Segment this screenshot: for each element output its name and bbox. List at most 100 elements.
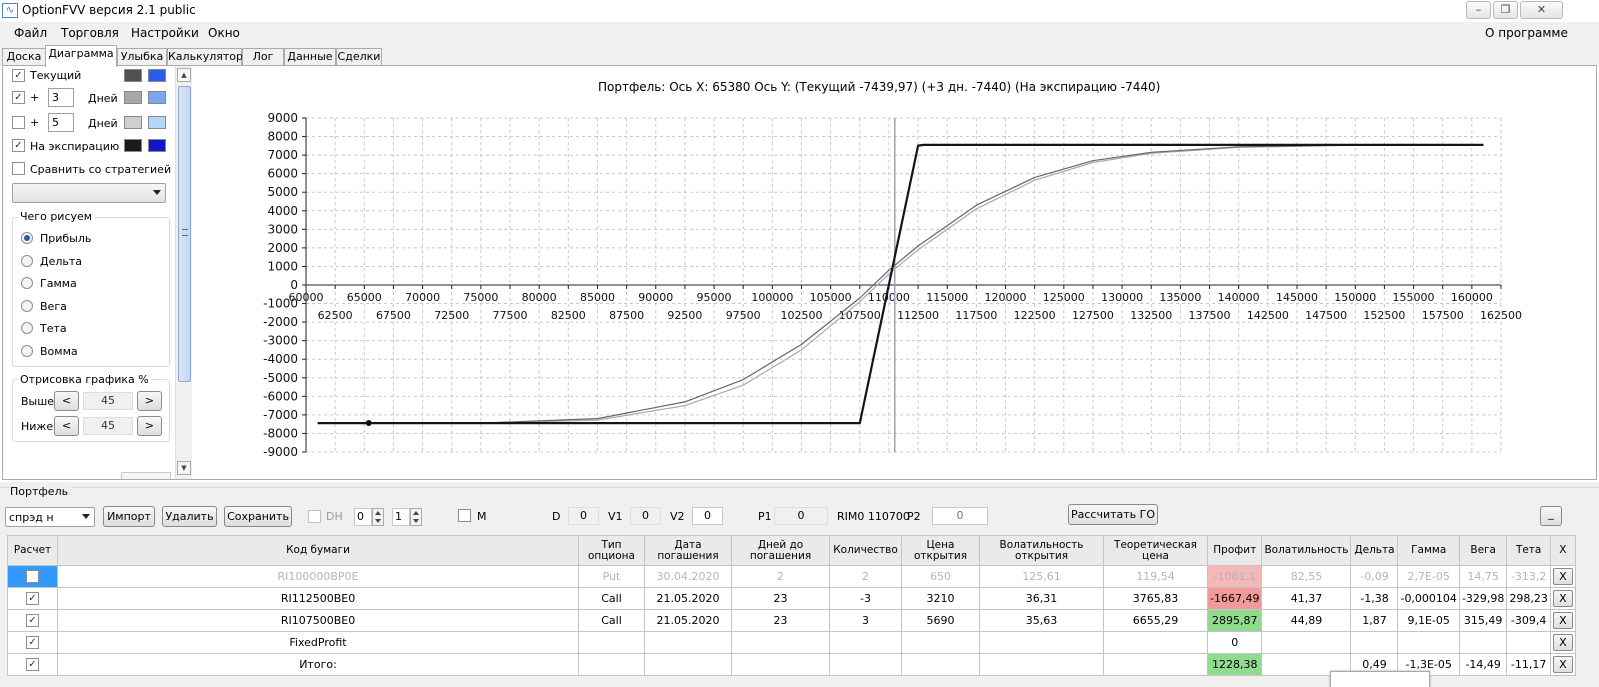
column-header-code[interactable]: Код бумаги bbox=[57, 535, 579, 566]
row-calc-checkbox[interactable]: ✓ bbox=[26, 614, 39, 628]
render-percent-title: Отрисовка графика % bbox=[18, 373, 151, 386]
scroll-thumb[interactable] bbox=[178, 86, 191, 382]
tab-deals[interactable]: Сделки bbox=[336, 48, 382, 66]
current-checkbox[interactable]: ✓ bbox=[12, 69, 25, 82]
radio-vega[interactable] bbox=[21, 300, 33, 312]
menu-about[interactable]: О программе bbox=[1485, 26, 1568, 40]
save-button[interactable]: Сохранить bbox=[224, 506, 292, 527]
radio-gamma[interactable] bbox=[21, 277, 33, 289]
menu-window[interactable]: Окно bbox=[208, 26, 240, 40]
tab-calculator[interactable]: Калькулятор bbox=[167, 48, 243, 66]
remove-row-button[interactable]: X bbox=[1552, 590, 1573, 607]
radio-vomma[interactable] bbox=[21, 345, 33, 357]
row-calc-checkbox[interactable]: ✓ bbox=[26, 636, 39, 650]
above-increase-button[interactable]: > bbox=[137, 391, 162, 411]
dh-value-2[interactable]: 1 bbox=[392, 508, 410, 526]
menu-settings[interactable]: Настройки bbox=[131, 26, 199, 40]
radio-theta[interactable] bbox=[21, 322, 33, 334]
expiry-checkbox[interactable]: ✓ bbox=[12, 139, 25, 152]
tab-diagram[interactable]: Диаграмма bbox=[45, 45, 117, 67]
tab-board[interactable]: Доска bbox=[2, 48, 46, 66]
table-row[interactable]: ✓ RI112500BE0 Call 21.05.2020 23 -3 3210 36,31 3… bbox=[7, 587, 1576, 610]
exp-light-color-swatch[interactable] bbox=[148, 139, 166, 152]
tab-data[interactable]: Данные bbox=[284, 48, 336, 66]
d3-dark-color-swatch[interactable] bbox=[124, 91, 142, 104]
column-header-date[interactable]: Дата погашения bbox=[644, 535, 732, 566]
cell-date: 21.05.2020 bbox=[644, 587, 732, 610]
column-header-type[interactable]: Тип опциона bbox=[578, 535, 645, 566]
table-row[interactable]: ✓ FixedProfit 0 X bbox=[7, 631, 1576, 654]
compare-strategy-checkbox[interactable] bbox=[12, 162, 25, 175]
row-calc-checkbox[interactable]: ✓ bbox=[26, 592, 39, 606]
dh-checkbox[interactable] bbox=[308, 510, 321, 523]
plus-days-1-checkbox[interactable]: ✓ bbox=[12, 91, 25, 104]
menu-trading[interactable]: Торговля bbox=[61, 26, 119, 40]
column-header-theta[interactable]: Тета bbox=[1506, 535, 1551, 566]
current-light-color-swatch[interactable] bbox=[148, 69, 166, 82]
d3-light-color-swatch[interactable] bbox=[148, 91, 166, 104]
table-row[interactable]: ✓ RI107500BE0 Call 21.05.2020 23 3 5690 35,63 66… bbox=[7, 609, 1576, 632]
remove-row-button[interactable]: X bbox=[1552, 612, 1573, 629]
m-checkbox[interactable] bbox=[458, 509, 471, 522]
column-header-qty[interactable]: Количество bbox=[829, 535, 902, 566]
radio-delta[interactable] bbox=[21, 255, 33, 267]
column-header-vol[interactable]: Волатильность bbox=[1261, 535, 1352, 566]
tab-smile[interactable]: Улыбка bbox=[117, 48, 167, 66]
remove-row-button[interactable]: X bbox=[1552, 568, 1573, 585]
cell-theta: -11,17 bbox=[1506, 653, 1551, 676]
row-calc-checkbox[interactable] bbox=[26, 570, 39, 584]
p2-label: P2 bbox=[907, 510, 921, 523]
menu-file[interactable]: Файл bbox=[14, 26, 47, 40]
positions-table: Расчет Код бумаги Тип опциона Дата погашени… bbox=[7, 535, 1576, 676]
column-header-delta[interactable]: Дельта bbox=[1350, 535, 1399, 566]
column-header-profit[interactable]: Профит bbox=[1206, 535, 1263, 566]
d5-light-color-swatch[interactable] bbox=[148, 116, 166, 129]
cell-type bbox=[578, 631, 645, 654]
minimize-window-icon[interactable]: – bbox=[1466, 1, 1491, 19]
dh-spin-2[interactable] bbox=[410, 508, 422, 526]
calculate-go-button[interactable]: Рассчитать ГО bbox=[1068, 504, 1158, 525]
cell-gamma: 9,1E-05 bbox=[1397, 609, 1460, 632]
import-button[interactable]: Импорт bbox=[103, 506, 155, 527]
cell-qty bbox=[829, 653, 902, 676]
dh-value-1[interactable]: 0 bbox=[354, 508, 372, 526]
column-header-vol-open[interactable]: Волатильность открытия bbox=[979, 535, 1104, 566]
below-increase-button[interactable]: > bbox=[137, 416, 162, 436]
table-row[interactable]: RI100000BP0E Put 30.04.2020 2 2 650 125,61 119,… bbox=[7, 565, 1576, 588]
exp-dark-color-swatch[interactable] bbox=[124, 139, 142, 152]
remove-row-button[interactable]: X bbox=[1552, 656, 1573, 673]
dh-spin-1[interactable] bbox=[372, 508, 384, 526]
column-header-price[interactable]: Цена открытия bbox=[901, 535, 980, 566]
restore-window-icon[interactable]: ❐ bbox=[1493, 1, 1518, 19]
current-dark-color-swatch[interactable] bbox=[124, 69, 142, 82]
cell-price bbox=[901, 631, 980, 654]
close-window-icon[interactable]: ✕ bbox=[1520, 1, 1563, 19]
days-1-input[interactable]: 3 bbox=[48, 88, 74, 107]
d5-dark-color-swatch[interactable] bbox=[124, 116, 142, 129]
scroll-up-icon[interactable]: ▲ bbox=[177, 68, 191, 82]
below-decrease-button[interactable]: < bbox=[54, 416, 79, 436]
scroll-down-icon[interactable]: ▼ bbox=[177, 461, 191, 475]
row-calc-checkbox-cell: ✓ bbox=[7, 587, 58, 610]
strategy-combobox[interactable] bbox=[12, 183, 166, 203]
rim-label: RIM0 110700 bbox=[837, 510, 910, 523]
options-scrollbar[interactable]: ▲ ▼ bbox=[175, 66, 192, 479]
column-header-vega[interactable]: Вега bbox=[1458, 535, 1508, 566]
plus-days-2-checkbox[interactable] bbox=[12, 116, 25, 129]
tab-log[interactable]: Лог bbox=[242, 48, 284, 66]
delete-button[interactable]: Удалить bbox=[162, 506, 217, 527]
remove-row-button[interactable]: X bbox=[1552, 634, 1573, 651]
column-header-calc[interactable]: Расчет bbox=[7, 535, 58, 566]
column-header-remove[interactable]: X bbox=[1549, 535, 1576, 566]
days-2-input[interactable]: 5 bbox=[48, 113, 74, 132]
row-calc-checkbox[interactable]: ✓ bbox=[26, 658, 39, 672]
radio-profit[interactable] bbox=[21, 232, 33, 244]
portfolio-combobox[interactable]: спрэд н bbox=[5, 507, 95, 527]
above-decrease-button[interactable]: < bbox=[54, 391, 79, 411]
radio-delta-label: Дельта bbox=[40, 255, 83, 268]
column-header-days[interactable]: Дней до погашения bbox=[731, 535, 830, 566]
cell-vol-open: 125,61 bbox=[979, 565, 1104, 588]
column-header-gamma[interactable]: Гамма bbox=[1397, 535, 1460, 566]
minimize-portfolio-button[interactable]: _ bbox=[1540, 506, 1562, 526]
column-header-theor[interactable]: Теоретическая цена bbox=[1103, 535, 1208, 566]
